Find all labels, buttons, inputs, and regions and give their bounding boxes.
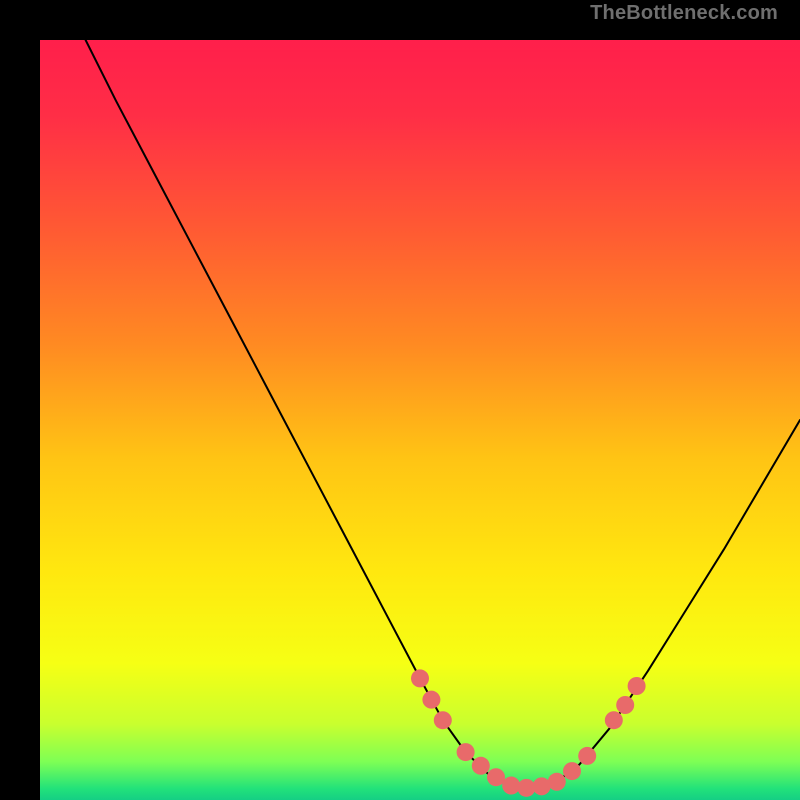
highlight-dot <box>548 773 566 791</box>
highlight-dot <box>628 677 646 695</box>
highlight-dot <box>434 711 452 729</box>
highlight-dot <box>578 747 596 765</box>
chart-frame <box>20 20 780 780</box>
highlight-dot <box>502 777 520 795</box>
highlight-dot <box>563 762 581 780</box>
highlight-dot <box>616 696 634 714</box>
highlight-dot <box>533 777 551 795</box>
plot-area <box>40 40 800 800</box>
watermark-text: TheBottleneck.com <box>590 2 778 25</box>
highlight-dot <box>422 691 440 709</box>
bottleneck-curve-path <box>86 40 800 788</box>
highlight-dot <box>605 711 623 729</box>
highlight-dot <box>411 669 429 687</box>
highlight-dot <box>517 779 535 797</box>
bottleneck-curve <box>40 40 800 800</box>
highlight-dot <box>457 743 475 761</box>
highlight-dot <box>487 768 505 786</box>
highlight-dot <box>472 757 490 775</box>
